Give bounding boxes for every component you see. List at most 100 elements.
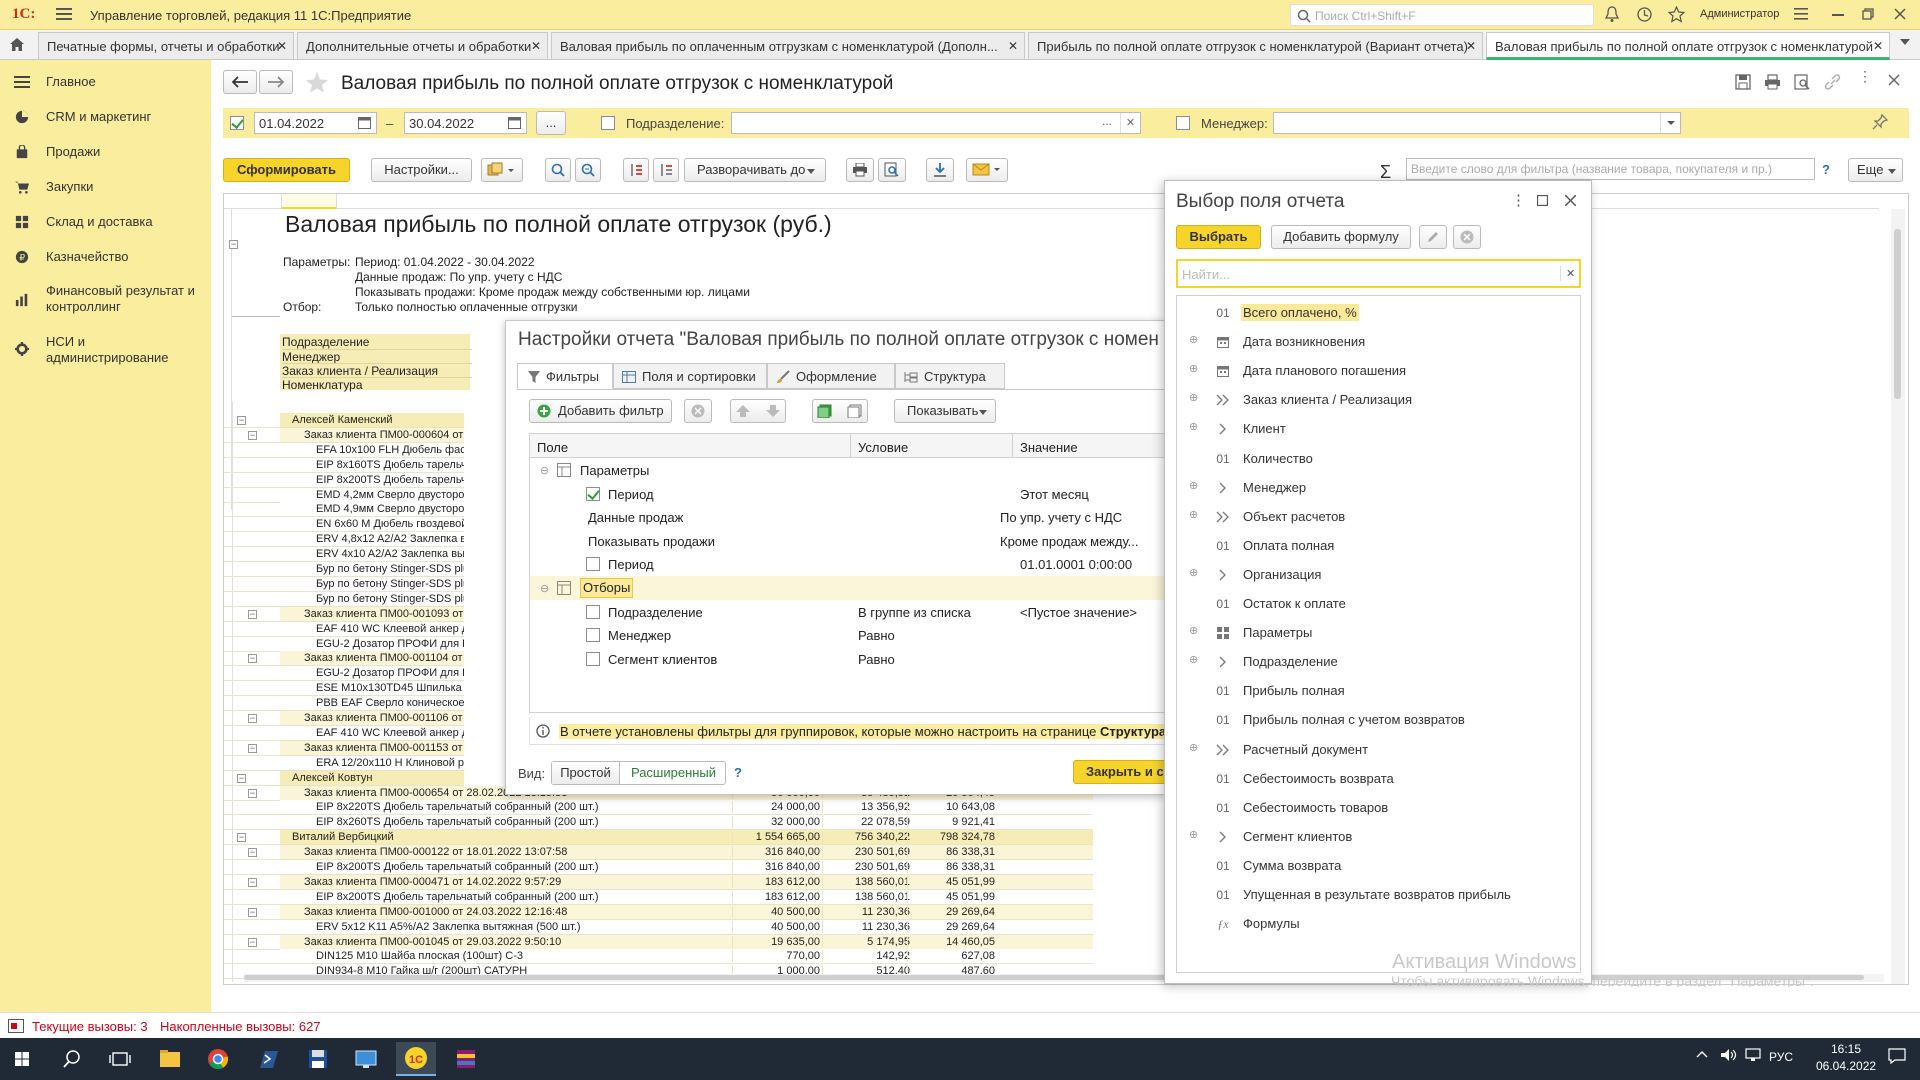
group-collapse-icon[interactable]: −: [237, 416, 246, 425]
table-row[interactable]: PBB EAF Сверло коническое: [224, 696, 464, 712]
subdivision-field[interactable]: [731, 112, 1141, 134]
variants-button[interactable]: [481, 158, 523, 182]
filter-group-row[interactable]: ⊖ Параметры: [530, 458, 1168, 482]
tab-additional-reports[interactable]: Дополнительные отчеты и обработки ✕: [297, 32, 548, 59]
notifications-icon[interactable]: [1888, 1048, 1906, 1064]
group-collapse-icon[interactable]: −: [248, 937, 257, 947]
field-list-item[interactable]: ⊕ Подразделение: [1177, 647, 1577, 676]
group-collapse-icon[interactable]: −: [248, 430, 257, 440]
table-row[interactable]: − Заказ клиента ПМ00-001153 от 04.04.2: [224, 740, 464, 756]
expand-icon[interactable]: ⊕: [1189, 364, 1199, 375]
winrar-icon[interactable]: [446, 1042, 486, 1076]
hamburger-icon[interactable]: [56, 7, 72, 21]
manager-dropdown-icon[interactable]: [1660, 113, 1680, 133]
edit-field-button[interactable]: [1419, 225, 1447, 249]
group-collapse-icon[interactable]: −: [229, 240, 238, 249]
calendar-icon[interactable]: [508, 116, 521, 129]
field-list-item[interactable]: 01 Прибыль полная с учетом возвратов: [1177, 705, 1577, 734]
filter-row[interactable]: Период Этот месяц: [530, 482, 1168, 506]
chooser-maximize-icon[interactable]: [1537, 195, 1548, 206]
subdivision-clear-icon[interactable]: ✕: [1120, 113, 1140, 133]
global-search-input[interactable]: Поиск Ctrl+Shift+F: [1290, 4, 1594, 26]
filter-group-row[interactable]: ⊖ Отборы: [530, 576, 1168, 600]
view-simple-button[interactable]: Простой: [552, 762, 620, 784]
table-row[interactable]: EAF 410 WC Клеевой анкер д/отр. т: [224, 725, 464, 741]
table-row[interactable]: − Алексей Ковтун: [224, 770, 464, 786]
tab-close-icon[interactable]: ✕: [1873, 39, 1883, 53]
generate-report-button[interactable]: Сформировать: [223, 158, 350, 182]
more-button[interactable]: Еще: [1848, 158, 1903, 182]
field-list-item[interactable]: 01 Себестоимость товаров: [1177, 793, 1577, 822]
filter-condition[interactable]: Равно: [858, 628, 895, 643]
scrollbar-thumb[interactable]: [1894, 229, 1901, 399]
accumulated-calls[interactable]: Накопленные вызовы: 627: [160, 1019, 321, 1034]
field-list-item[interactable]: 01 Остаток к оплате: [1177, 589, 1577, 618]
expand-icon[interactable]: ⊕: [1189, 393, 1199, 404]
favorite-star-icon[interactable]: [305, 71, 329, 93]
taskbar-time[interactable]: 16:15: [1816, 1042, 1876, 1056]
remote-desktop-icon[interactable]: [346, 1042, 386, 1076]
group-collapse-icon[interactable]: −: [248, 848, 257, 858]
add-filter-button[interactable]: Добавить фильтр: [529, 399, 672, 423]
field-list-item[interactable]: ⊕ Организация: [1177, 560, 1577, 589]
subdivision-select-icon[interactable]: ...: [1102, 114, 1112, 128]
table-row[interactable]: ERV 5x12 K11 A5%/A2 Заклепка вытяжная (5…: [224, 919, 1093, 935]
manager-field[interactable]: [1273, 112, 1681, 134]
back-button[interactable]: [223, 70, 257, 94]
taskbar-search-icon[interactable]: [52, 1042, 92, 1076]
settings-menu-icon[interactable]: [1794, 8, 1808, 20]
field-list-item[interactable]: ⊕ Дата возникновения: [1177, 327, 1577, 356]
field-list-item[interactable]: 01 Количество: [1177, 444, 1577, 473]
expand-icon[interactable]: ⊕: [1189, 742, 1199, 754]
chooser-close-icon[interactable]: [1565, 195, 1576, 206]
volume-icon[interactable]: [1720, 1048, 1738, 1062]
table-row[interactable]: Бур по бетону Stinger-SDS plus 6x11: [224, 576, 464, 592]
expand-icon[interactable]: ⊕: [1189, 480, 1199, 492]
table-row[interactable]: ERA 12/20x110 H Клиновой расп.анк: [224, 755, 464, 771]
table-row[interactable]: − Заказ клиента ПМ00-001000 от 24.03.2022…: [224, 904, 1093, 920]
minimize-icon[interactable]: [1832, 14, 1844, 16]
table-row[interactable]: − Заказ клиента ПМ00-000122 от 18.01.2022…: [224, 845, 1093, 861]
network-icon[interactable]: [1744, 1048, 1762, 1062]
filter-row[interactable]: Показывать продажи Кроме продаж между...: [530, 529, 1168, 553]
chrome-icon[interactable]: [198, 1042, 238, 1076]
field-list-item[interactable]: 01 Себестоимость возврата: [1177, 764, 1577, 793]
powershell-icon[interactable]: [248, 1042, 288, 1076]
manager-checkbox[interactable]: [1176, 116, 1190, 130]
close-icon[interactable]: [1894, 8, 1906, 20]
table-row[interactable]: − Заказ клиента ПМ00-000471 от 14.02.2022…: [224, 874, 1093, 890]
filter-condition[interactable]: Равно: [858, 652, 895, 667]
search-clear-icon[interactable]: ✕: [1566, 267, 1575, 280]
email-button[interactable]: [966, 158, 1008, 182]
calls-icon[interactable]: [8, 1019, 24, 1033]
tab-gross-profit-current[interactable]: Валовая прибыль по полной оплате отгрузо…: [1486, 32, 1890, 60]
tray-chevron-icon[interactable]: [1696, 1050, 1708, 1058]
table-row[interactable]: − Заказ клиента ПМ00-001093 от 31.03.2: [224, 606, 464, 622]
field-list-item[interactable]: ⊕ Параметры: [1177, 618, 1577, 647]
filter-checkbox[interactable]: [586, 628, 600, 643]
table-row[interactable]: DIN125 M10 Шайба плоская (100шт) C-3 770,…: [224, 949, 1093, 965]
group-collapse-icon[interactable]: −: [237, 773, 246, 783]
calendar-icon[interactable]: [358, 116, 371, 129]
period-checkbox[interactable]: [230, 116, 244, 130]
table-row[interactable]: EIP 8x220TS Дюбель тарельчатый собранный…: [224, 800, 1093, 816]
history-icon[interactable]: [1636, 6, 1653, 23]
group-collapse-icon[interactable]: −: [248, 788, 257, 798]
tabs-dropdown-icon[interactable]: [1900, 39, 1910, 46]
group-collapse-icon[interactable]: −: [248, 877, 257, 887]
chooser-search-input[interactable]: Найти... ✕: [1176, 259, 1581, 288]
tab-close-icon[interactable]: ✕: [277, 39, 287, 53]
report-settings-button[interactable]: Настройки...: [371, 158, 472, 182]
print-preview-button[interactable]: [878, 158, 906, 182]
table-row[interactable]: − Заказ клиента ПМ00-001045 от 29.03.2022…: [224, 934, 1093, 950]
filter-checkbox[interactable]: [586, 651, 600, 666]
table-row[interactable]: − Заказ клиента ПМ00-001104 от 31.03.2: [224, 651, 464, 667]
view-extended-button[interactable]: Расширенный: [621, 762, 726, 784]
filter-value[interactable]: Кроме продаж между...: [1000, 534, 1168, 549]
link-icon[interactable]: [1824, 74, 1841, 90]
group-collapse-icon[interactable]: −: [248, 654, 257, 664]
filter-value[interactable]: 01.01.0001 0:00:00: [1020, 557, 1168, 572]
table-row[interactable]: EMD 4,9мм Сверло двустороннее, у: [224, 502, 464, 518]
filter-row[interactable]: Сегмент клиентов Равно: [530, 647, 1168, 671]
expand-to-button[interactable]: Разворачивать до: [684, 158, 826, 182]
